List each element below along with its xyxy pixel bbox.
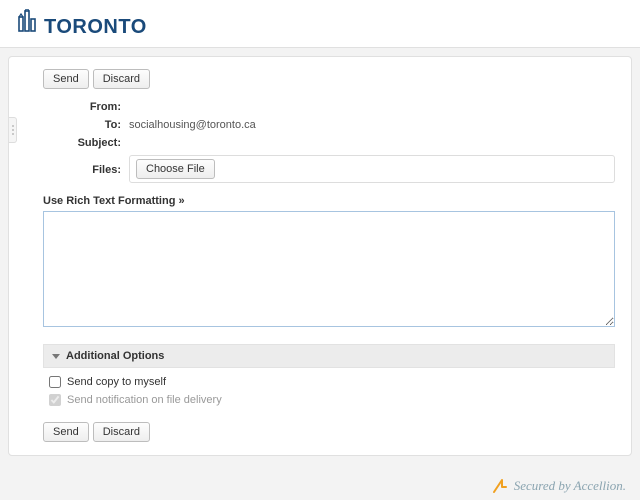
send-copy-row: Send copy to myself <box>49 376 609 388</box>
side-drag-handle[interactable] <box>9 117 17 143</box>
collapse-triangle-icon <box>52 354 60 359</box>
footer-text: Secured by Accellion. <box>514 478 626 494</box>
logo: TORONTO <box>18 9 147 39</box>
send-copy-checkbox[interactable] <box>49 376 61 388</box>
subject-row: Subject: <box>43 135 615 149</box>
subject-label: Subject: <box>43 135 129 149</box>
rtf-label: Use Rich Text Formatting <box>43 195 175 207</box>
footer: Secured by Accellion. <box>492 478 626 494</box>
accellion-logo-icon <box>492 478 508 494</box>
to-value[interactable]: socialhousing@toronto.ca <box>129 117 615 131</box>
choose-file-button[interactable]: Choose File <box>136 159 215 179</box>
send-notify-row: Send notification on file delivery <box>49 394 609 406</box>
discard-button[interactable]: Discard <box>93 69 150 89</box>
app-header: TORONTO <box>0 0 640 48</box>
arrow-right-icon: » <box>179 195 185 207</box>
additional-options-label: Additional Options <box>66 350 164 362</box>
from-value <box>129 99 615 101</box>
files-dropzone[interactable]: Choose File <box>129 155 615 183</box>
rich-text-toggle[interactable]: Use Rich Text Formatting » <box>43 195 185 207</box>
send-button[interactable]: Send <box>43 69 89 89</box>
message-body-input[interactable] <box>43 211 615 327</box>
from-row: From: <box>43 99 615 113</box>
additional-options-header[interactable]: Additional Options <box>43 344 615 368</box>
send-notify-label: Send notification on file delivery <box>67 394 222 406</box>
subject-value[interactable] <box>129 135 615 137</box>
additional-options-body: Send copy to myself Send notification on… <box>43 368 615 418</box>
discard-button-bottom[interactable]: Discard <box>93 422 150 442</box>
from-label: From: <box>43 99 129 113</box>
toronto-logo-icon <box>18 9 40 36</box>
compose-card: Send Discard From: To: socialhousing@tor… <box>8 56 632 456</box>
files-label: Files: <box>43 162 129 176</box>
send-copy-label: Send copy to myself <box>67 376 166 388</box>
top-button-row: Send Discard <box>43 69 615 89</box>
files-row: Files: Choose File <box>43 155 615 183</box>
to-label: To: <box>43 117 129 131</box>
send-notify-checkbox[interactable] <box>49 394 61 406</box>
logo-text: TORONTO <box>44 16 147 39</box>
bottom-button-row: Send Discard <box>43 422 615 442</box>
to-row: To: socialhousing@toronto.ca <box>43 117 615 131</box>
send-button-bottom[interactable]: Send <box>43 422 89 442</box>
